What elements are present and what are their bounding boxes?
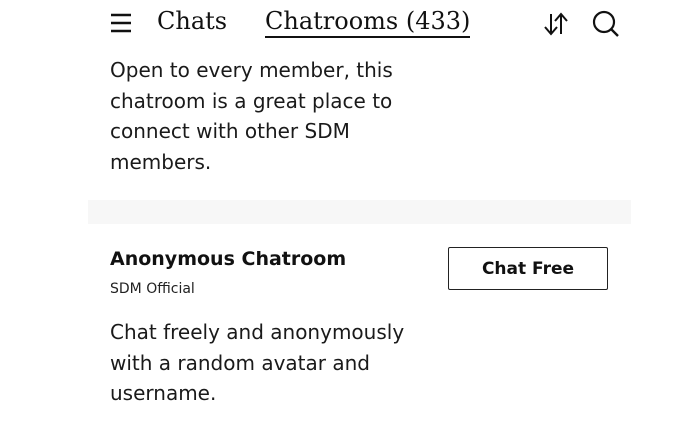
search-icon[interactable] xyxy=(592,10,620,38)
chatroom-description: Open to every member, this chatroom is a… xyxy=(110,58,393,174)
top-nav-bar: Chats Chatrooms (433) xyxy=(0,0,700,50)
chatroom-description: Chat freely and anonymously with a rando… xyxy=(110,320,405,405)
tab-chats[interactable]: Chats xyxy=(157,7,227,35)
sort-arrows-icon[interactable] xyxy=(541,10,571,38)
tab-chatrooms[interactable]: Chatrooms (433) xyxy=(265,7,471,38)
hamburger-menu-icon[interactable] xyxy=(109,12,135,34)
chat-free-button[interactable]: Chat Free xyxy=(448,247,608,290)
chatroom-title[interactable]: Anonymous Chatroom xyxy=(110,248,346,270)
chatroom-owner: SDM Official xyxy=(110,281,195,297)
card-divider xyxy=(88,200,631,224)
